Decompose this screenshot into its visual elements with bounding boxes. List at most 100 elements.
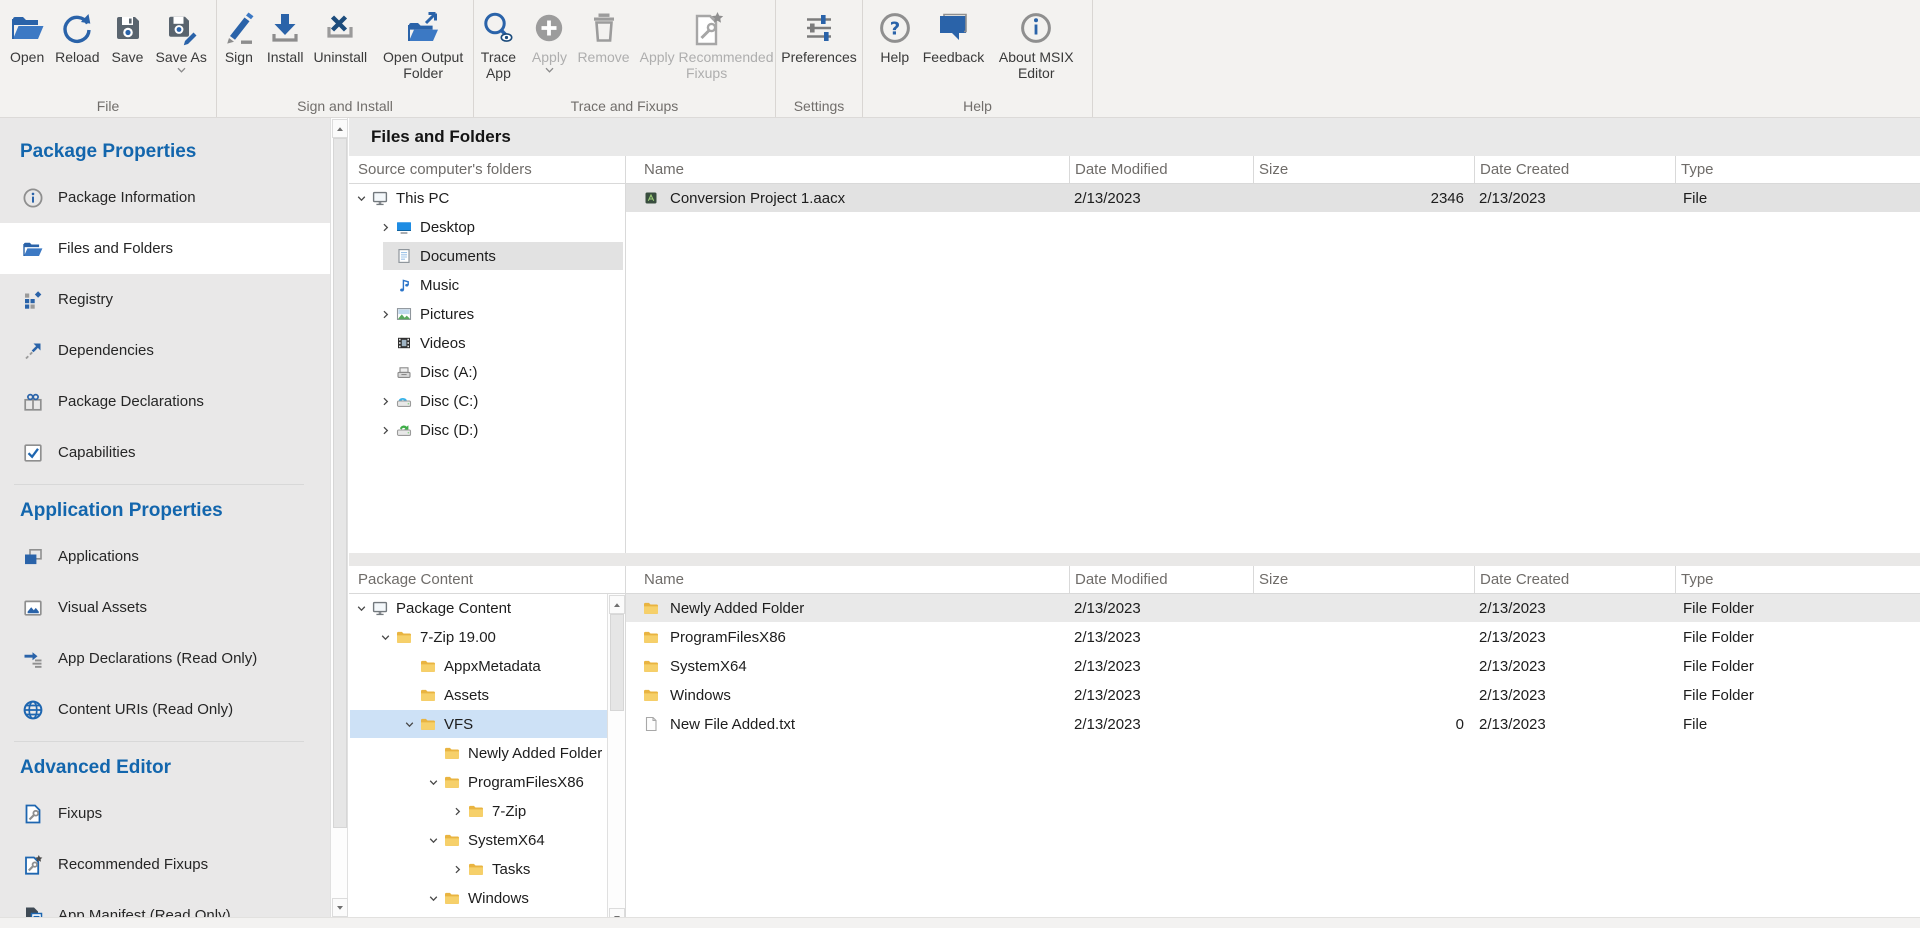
tree-item-this-pc[interactable]: This PC	[349, 184, 625, 213]
list-row-systemx64[interactable]: SystemX642/13/20232/13/2023File Folder	[626, 652, 1920, 681]
tree-item-vfs[interactable]: VFS	[349, 710, 607, 739]
tree-item-newly-added-folder[interactable]: Newly Added Folder	[349, 739, 607, 768]
column-header-type[interactable]: Type	[1675, 566, 1920, 593]
chevron-down-icon[interactable]	[404, 719, 415, 730]
sidebar-scrollbar[interactable]	[330, 118, 348, 917]
list-row-new-file-added-txt[interactable]: New File Added.txt2/13/202302/13/2023Fil…	[626, 710, 1920, 739]
uninstall-button[interactable]: Uninstall	[308, 5, 372, 67]
sidebar-item-capabilities[interactable]: Capabilities	[0, 427, 330, 478]
sidebar-scrollbar-thumb[interactable]	[333, 138, 347, 828]
chevron-down-icon[interactable]	[380, 632, 391, 643]
tree-item-appxmetadata[interactable]: AppxMetadata	[349, 652, 607, 681]
install-button[interactable]: Install	[262, 5, 309, 67]
sidebar-item-recommended-fixups[interactable]: Recommended Fixups	[0, 839, 330, 890]
chevron-right-icon[interactable]	[380, 222, 391, 233]
chevron-right-icon[interactable]	[452, 806, 463, 817]
cell-type: File Folder	[1683, 623, 1754, 652]
save-button[interactable]: Save	[105, 5, 151, 67]
sidebar-item-package-information[interactable]: Package Information	[0, 172, 330, 223]
sidebar-item-dependencies[interactable]: Dependencies	[0, 325, 330, 376]
column-header-date-modified[interactable]: Date Modified	[1069, 566, 1253, 593]
package-tree-scrollbar[interactable]	[607, 594, 625, 928]
tree-item-documents[interactable]: Documents	[349, 242, 625, 271]
tree-item-music[interactable]: Music	[349, 271, 625, 300]
apply-button[interactable]: Apply	[526, 5, 572, 76]
column-header-type[interactable]: Type	[1675, 156, 1920, 183]
open-button[interactable]: Open	[4, 5, 50, 67]
tree-item-7-zip[interactable]: 7-Zip	[349, 797, 607, 826]
sidebar-item-fixups[interactable]: Fixups	[0, 788, 330, 839]
list-row-conversion-project-1-aacx[interactable]: Conversion Project 1.aacx2/13/202323462/…	[626, 184, 1920, 213]
trace-app-button[interactable]: Trace App	[470, 5, 526, 83]
scroll-up-icon[interactable]	[609, 595, 625, 614]
apply-recommended-fixups-button[interactable]: Apply Recommended Fixups	[635, 5, 779, 83]
sidebar-item-app-declarations-read-only[interactable]: App Declarations (Read Only)	[0, 633, 330, 684]
column-header-name[interactable]: Name	[626, 566, 1069, 593]
remove-button[interactable]: Remove	[572, 5, 634, 67]
package-tree-scrollbar-thumb[interactable]	[610, 614, 624, 711]
chevron-right-icon[interactable]	[452, 864, 463, 875]
tree-item-windows[interactable]: Windows	[349, 884, 607, 913]
package-content-header[interactable]: Package Content	[349, 566, 625, 594]
manifest-icon	[22, 905, 44, 918]
source-folders-header[interactable]: Source computer's folders	[349, 156, 625, 184]
chevron-down-icon[interactable]	[428, 893, 439, 904]
column-header-date-created[interactable]: Date Created	[1474, 566, 1675, 593]
cell-type: File Folder	[1683, 594, 1754, 623]
chevron-right-icon[interactable]	[380, 425, 391, 436]
chevron-right-icon[interactable]	[380, 396, 391, 407]
dependencies-icon	[22, 340, 44, 362]
tree-item-disc-c[interactable]: Disc (C:)	[349, 387, 625, 416]
open-output-folder-button[interactable]: Open Output Folder	[372, 5, 474, 83]
tree-item-tasks[interactable]: Tasks	[349, 855, 607, 884]
column-header-name[interactable]: Name	[626, 156, 1069, 183]
save-as-button[interactable]: Save As	[151, 5, 212, 76]
column-header-date-modified[interactable]: Date Modified	[1069, 156, 1253, 183]
tree-item-assets[interactable]: Assets	[349, 681, 607, 710]
preferences-button[interactable]: Preferences	[776, 5, 861, 67]
tree-item-disc-d[interactable]: Disc (D:)	[349, 416, 625, 445]
list-row-programfilesx86[interactable]: ProgramFilesX862/13/20232/13/2023File Fo…	[626, 623, 1920, 652]
chevron-down-icon[interactable]	[356, 193, 367, 204]
tree-item-package-content[interactable]: Package Content	[349, 594, 607, 623]
scroll-up-icon[interactable]	[332, 119, 348, 138]
tree-item-disc-a[interactable]: Disc (A:)	[349, 358, 625, 387]
list-row-newly-added-folder[interactable]: Newly Added Folder2/13/20232/13/2023File…	[626, 594, 1920, 623]
sidebar-item-files-and-folders[interactable]: Files and Folders	[0, 223, 330, 274]
chevron-down-icon[interactable]	[356, 603, 367, 614]
sidebar-item-content-uris-read-only[interactable]: Content URIs (Read Only)	[0, 684, 330, 735]
pane-splitter[interactable]	[349, 553, 1920, 566]
chevron-right-icon[interactable]	[380, 309, 391, 320]
sign-button[interactable]: Sign	[216, 5, 262, 67]
chevron-down-icon[interactable]	[545, 67, 554, 74]
sidebar-item-package-declarations[interactable]: Package Declarations	[0, 376, 330, 427]
tree-item-pictures[interactable]: Pictures	[349, 300, 625, 329]
sidebar-item-app-manifest-read-only[interactable]: App Manifest (Read Only)	[0, 890, 330, 917]
sidebar-item-applications[interactable]: Applications	[0, 531, 330, 582]
chevron-down-icon[interactable]	[428, 835, 439, 846]
column-header-date-created[interactable]: Date Created	[1474, 156, 1675, 183]
about-msix-editor-button[interactable]: About MSIX Editor	[989, 5, 1083, 83]
tree-item-programfilesx86[interactable]: ProgramFilesX86	[349, 768, 607, 797]
tree-item-desktop[interactable]: Desktop	[349, 213, 625, 242]
tree-item-systemx64[interactable]: SystemX64	[349, 826, 607, 855]
column-header-size[interactable]: Size	[1253, 156, 1474, 183]
sidebar-item-visual-assets[interactable]: Visual Assets	[0, 582, 330, 633]
save-icon	[110, 7, 146, 49]
package-files-list-pane: NameDate ModifiedSizeDate CreatedType Ne…	[626, 566, 1920, 928]
reload-button[interactable]: Reload	[50, 5, 104, 67]
cell-type: File	[1683, 184, 1707, 213]
column-header-size[interactable]: Size	[1253, 566, 1474, 593]
chevron-down-icon[interactable]	[177, 67, 186, 74]
cell-size: 2346	[1256, 184, 1464, 213]
scroll-down-icon[interactable]	[332, 898, 348, 917]
applications-icon	[22, 546, 44, 568]
help-button[interactable]: ?Help	[872, 5, 918, 67]
tree-item-7-zip-19-00[interactable]: 7-Zip 19.00	[349, 623, 607, 652]
sidebar-item-registry[interactable]: Registry	[0, 274, 330, 325]
feedback-button[interactable]: Feedback	[918, 5, 989, 67]
cell-modified: 2/13/2023	[1074, 710, 1141, 739]
chevron-down-icon[interactable]	[428, 777, 439, 788]
list-row-windows[interactable]: Windows2/13/20232/13/2023File Folder	[626, 681, 1920, 710]
tree-item-videos[interactable]: Videos	[349, 329, 625, 358]
